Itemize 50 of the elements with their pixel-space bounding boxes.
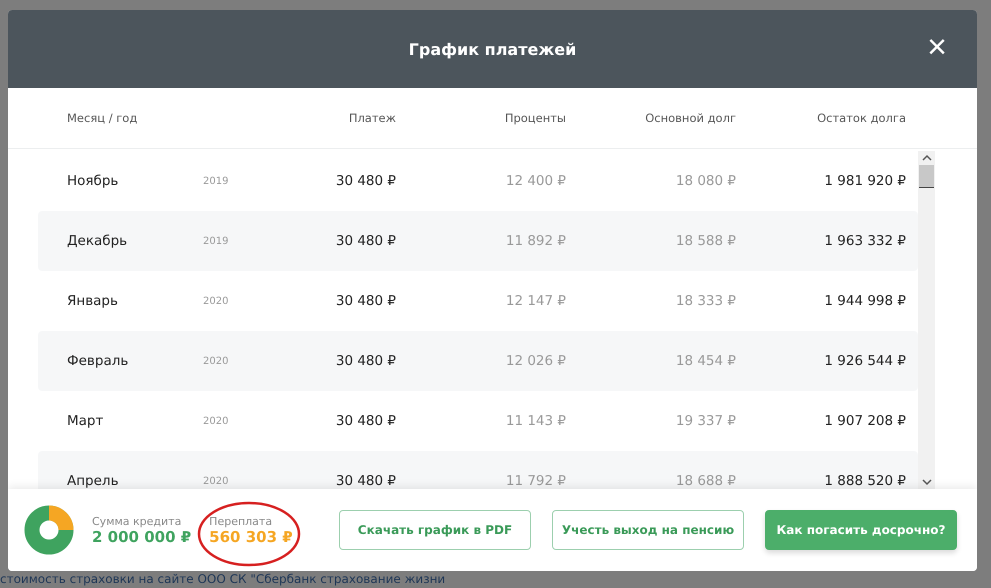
summary-value: 2 000 000 ₽ (92, 528, 192, 546)
balance-cell-text: 1 944 998 ₽ (823, 293, 906, 309)
payment-cell-text: 30 480 ₽ (334, 413, 396, 429)
principal-cell-text: 18 454 ₽ (674, 353, 736, 369)
summary-value: 560 303 ₽ (209, 528, 293, 546)
column-header: Проценты (504, 111, 566, 125)
month-cell-text: Декабрь (67, 233, 128, 249)
summary-label: Сумма кредита (92, 514, 182, 528)
outline-button[interactable]: Скачать график в PDF (339, 510, 531, 550)
balance-cell-text: 1 907 208 ₽ (823, 413, 906, 429)
interest-cell-text: 12 026 ₽ (504, 353, 566, 369)
interest-cell-text: 12 400 ₽ (504, 173, 566, 189)
month-cell-text: Январь (67, 293, 119, 309)
balance-cell-text: 1 981 920 ₽ (823, 173, 906, 189)
principal-cell-text: 18 333 ₽ (674, 293, 736, 309)
interest-cell-text: 12 147 ₽ (504, 293, 566, 309)
payment-cell-text: 30 480 ₽ (334, 473, 396, 489)
column-header: Месяц / год (67, 111, 138, 125)
balance-cell-text: 1 963 332 ₽ (823, 233, 906, 249)
interest-cell-text: 11 892 ₽ (504, 233, 566, 249)
close-button[interactable]: × (923, 32, 951, 62)
dialog-title: График платежей (408, 40, 576, 58)
payment-cell-text: 30 480 ₽ (334, 173, 396, 189)
summary-label: Переплата (209, 514, 274, 528)
month-cell-text: Март (67, 413, 104, 429)
outline-button[interactable]: Учесть выход на пенсию (552, 510, 744, 550)
month-cell-text: Апрель (67, 473, 120, 489)
interest-cell-text: 11 143 ₽ (504, 413, 566, 429)
column-header: Платеж (348, 111, 396, 125)
month-cell-text: Ноябрь (67, 173, 120, 189)
scrollbar[interactable] (918, 151, 935, 489)
balance-cell-text: 1 926 544 ₽ (823, 353, 906, 369)
payment-cell-text: 30 480 ₽ (334, 353, 396, 369)
background-link[interactable]: стоимость страховки на сайте ООО СК "Сбербанк страхование жизни (0, 572, 977, 587)
scroll-thumb[interactable] (919, 165, 934, 188)
principal-cell-text: 18 688 ₽ (674, 473, 736, 489)
column-header: Основной долг (644, 111, 736, 125)
primary-button[interactable]: Как погасить досрочно? (765, 510, 957, 550)
balance-cell-text: 1 888 520 ₽ (823, 473, 906, 489)
principal-cell-text: 18 080 ₽ (674, 173, 736, 189)
payment-cell-text: 30 480 ₽ (334, 233, 396, 249)
column-header: Остаток долга (816, 111, 906, 125)
principal-cell-text: 18 588 ₽ (674, 233, 736, 249)
interest-cell-text: 11 792 ₽ (504, 473, 566, 489)
payment-cell-text: 30 480 ₽ (334, 293, 396, 309)
month-cell-text: Февраль (67, 353, 130, 369)
scroll-down-icon[interactable] (922, 478, 932, 486)
scroll-up-icon[interactable] (922, 154, 932, 162)
donut-icon (24, 505, 74, 555)
principal-cell-text: 19 337 ₽ (674, 413, 736, 429)
